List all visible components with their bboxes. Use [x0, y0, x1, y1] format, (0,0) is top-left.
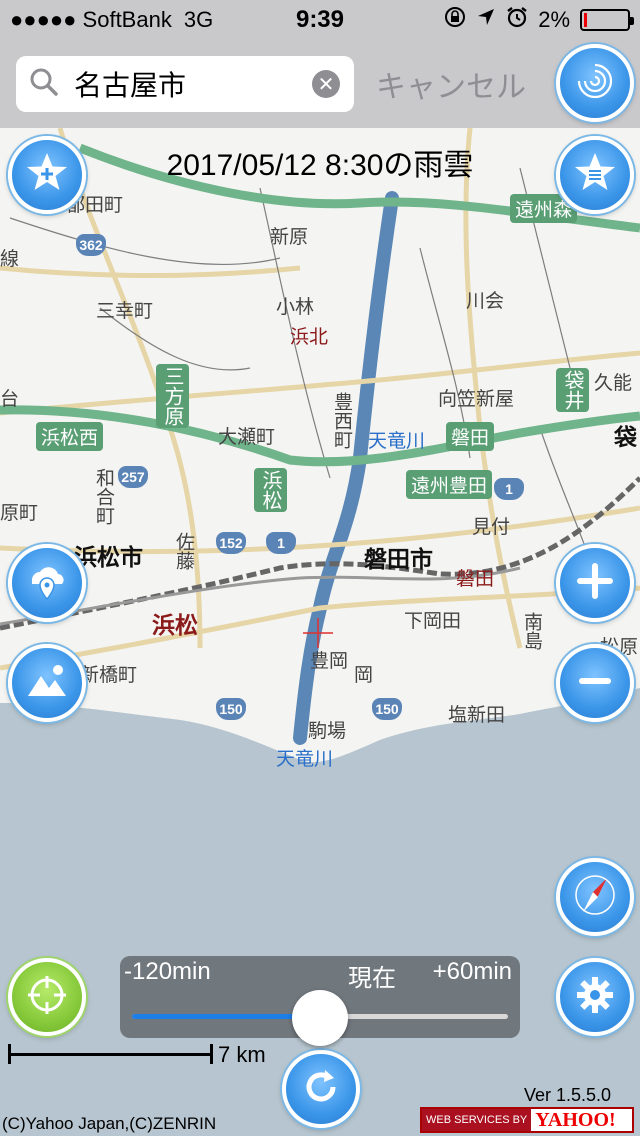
refresh-icon [298, 1064, 344, 1115]
map-label: 佐藤 [173, 532, 194, 570]
map-label: 和合町 [93, 468, 114, 525]
cancel-button[interactable]: キャンセル [376, 62, 526, 106]
settings-button[interactable] [556, 958, 634, 1036]
map-label: 袋 [614, 424, 637, 450]
map-label: 新橋町 [80, 665, 138, 686]
map-label: 遠州豊田 [406, 470, 493, 499]
gear-icon [572, 972, 618, 1023]
map-label: 台 [0, 389, 20, 410]
map-label: 南島 [521, 612, 542, 650]
map-label: 新原 [270, 227, 309, 248]
mountain-sun-icon [24, 658, 70, 709]
map-label: 向笠新屋 [438, 389, 515, 410]
map-label: 天竜川 [368, 431, 426, 452]
map-title: 2017/05/12 8:30の雨雲 [166, 149, 474, 182]
map-label: 塩新田 [448, 705, 506, 726]
landscape-button[interactable] [8, 644, 86, 722]
map-label: 浜北 [290, 327, 329, 348]
map-label: 駒場 [308, 721, 347, 742]
yahoo-credit-badge[interactable]: WEB SERVICES BY YAHOO! [420, 1107, 634, 1133]
network-label: 3G [183, 7, 214, 32]
alarm-icon [506, 6, 528, 34]
current-location-button[interactable] [8, 958, 86, 1036]
map-label: 袋井 [556, 368, 589, 412]
search-bar: ✕ キャンセル [0, 40, 640, 128]
scale-bar [8, 1044, 214, 1064]
slider-min-label: -120min [124, 958, 211, 985]
status-bar: ●●●●● SoftBank 3G 9:39 2% [0, 0, 640, 40]
plus-icon [572, 558, 618, 609]
map-label: 久能 [594, 373, 633, 394]
battery-percent: 2% [538, 7, 570, 32]
search-field[interactable]: ✕ [16, 56, 354, 112]
map-label: 大瀬町 [218, 427, 276, 448]
map-label: 川会 [466, 291, 505, 312]
map-label: 見付 [472, 517, 511, 538]
time-slider-panel: -120min 現在 +60min [120, 956, 520, 1046]
yahoo-logo: YAHOO! [535, 1108, 616, 1131]
scale-label: 7 km [218, 1042, 266, 1067]
add-favorite-button[interactable] [8, 136, 86, 214]
route-shield: 152 [216, 532, 246, 554]
map-label: 豊岡 [310, 651, 349, 672]
compass-icon [572, 872, 618, 923]
map-label: 下岡田 [404, 611, 462, 632]
carrier-label: ●●●●● SoftBank [10, 7, 172, 32]
star-list-icon [572, 150, 618, 201]
rain-radar-button[interactable] [556, 44, 634, 122]
lock-rotation-icon [444, 6, 466, 34]
map-label: 三幸町 [96, 301, 154, 322]
map-label: 三方原 [156, 364, 189, 428]
cloud-pin-icon [24, 558, 70, 609]
location-arrow-icon [476, 7, 496, 33]
minus-icon [572, 658, 618, 709]
map-label: 天竜川 [276, 749, 334, 770]
zoom-out-button[interactable] [556, 644, 634, 722]
close-icon: ✕ [317, 73, 335, 96]
slider-now-label: 現在 [348, 965, 396, 992]
zoom-in-button[interactable] [556, 544, 634, 622]
slider-max-label: +60min [432, 958, 512, 985]
map-label: 線 [0, 249, 20, 270]
map-label: 小林 [276, 297, 315, 318]
route-shield: 1 [494, 478, 524, 500]
map-label: 原町 [0, 503, 39, 524]
version-label: Ver 1.5.5.0 [524, 1085, 612, 1105]
map-label: 浜松市 [74, 544, 143, 570]
location-weather-button[interactable] [8, 544, 86, 622]
route-shield: 150 [216, 698, 246, 720]
route-shield: 362 [76, 234, 106, 256]
route-shield: 257 [118, 466, 148, 488]
compass-button[interactable] [556, 858, 634, 936]
route-shield: 1 [266, 532, 296, 554]
copyright-label: (C)Yahoo Japan,(C)ZENRIN [2, 1114, 217, 1133]
route-shield: 150 [372, 698, 402, 720]
map-label: 浜松 [152, 612, 198, 638]
map-label: 浜松西 [36, 422, 104, 451]
battery-icon [580, 9, 634, 31]
spiral-icon [572, 58, 618, 109]
map-label: 磐田 [446, 422, 495, 451]
map-label: 浜松 [254, 468, 287, 512]
crosshair-icon [24, 972, 70, 1023]
search-input[interactable] [74, 68, 294, 100]
refresh-button[interactable] [282, 1050, 360, 1128]
map-label: 豊西町 [331, 392, 352, 449]
map-label: 磐田 [456, 569, 495, 590]
map-label: 岡 [354, 665, 374, 686]
slider-thumb[interactable] [292, 990, 348, 1046]
search-icon [28, 66, 60, 103]
favorites-list-button[interactable] [556, 136, 634, 214]
clear-text-button[interactable]: ✕ [312, 70, 340, 98]
web-services-label: WEB SERVICES BY [422, 1109, 532, 1131]
map-label: 磐田市 [364, 546, 433, 572]
star-plus-icon [24, 150, 70, 201]
